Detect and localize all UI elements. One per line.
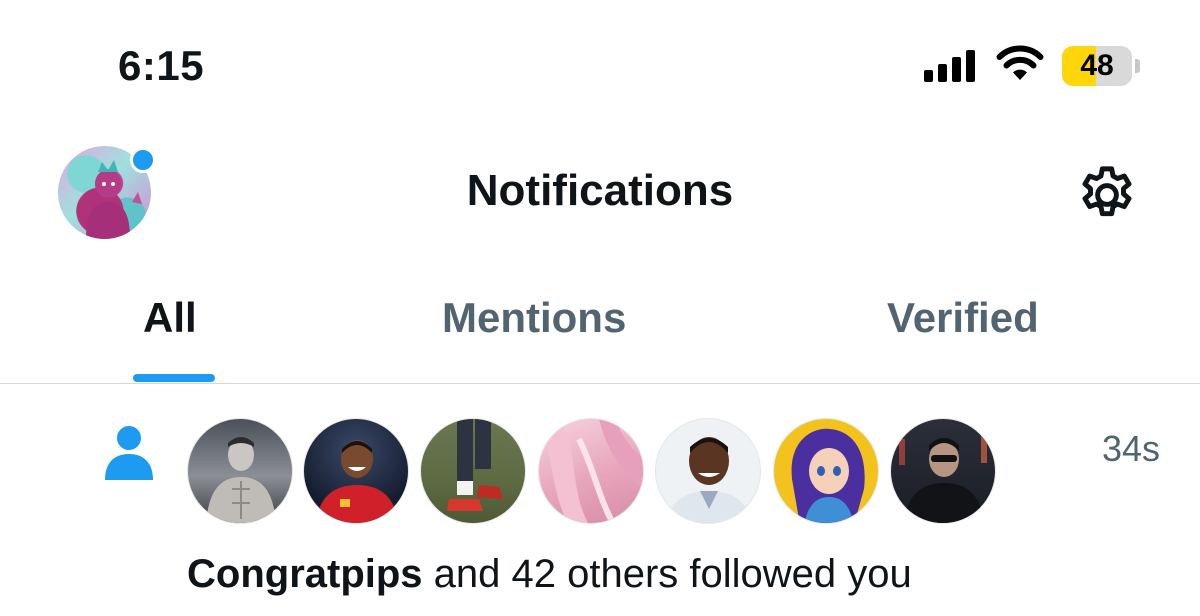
person-icon (103, 424, 155, 480)
tab-mentions[interactable]: Mentions (442, 294, 626, 342)
tab-bar: All Mentions Verified (0, 280, 1200, 384)
follower-avatar[interactable] (773, 418, 879, 524)
notification-item[interactable]: 34s Congratpips and 42 others followed y… (0, 384, 1200, 616)
wifi-icon (996, 44, 1044, 82)
status-bar: 6:15 48 (0, 0, 1200, 120)
status-time: 6:15 (118, 42, 205, 89)
page-title: Notifications (466, 166, 734, 215)
tab-all[interactable]: All (143, 294, 197, 342)
notification-message: and 42 others followed you (422, 552, 912, 596)
follower-avatar[interactable] (890, 418, 996, 524)
header: Notifications (0, 130, 1200, 250)
follower-name[interactable]: Congratpips (187, 552, 423, 596)
battery-icon: 48 (1062, 46, 1140, 86)
notification-text: Congratpips and 42 others followed you (187, 552, 912, 597)
follower-avatar[interactable] (187, 418, 293, 524)
gear-icon[interactable] (1074, 162, 1140, 228)
follower-avatar[interactable] (538, 418, 644, 524)
battery-level: 48 (1080, 49, 1114, 82)
follower-avatar[interactable] (655, 418, 761, 524)
cellular-signal-icon (924, 48, 980, 82)
follower-avatar[interactable] (420, 418, 526, 524)
active-tab-indicator (133, 374, 215, 382)
follower-avatar[interactable] (303, 418, 409, 524)
notification-timestamp: 34s (1102, 428, 1161, 469)
tab-verified[interactable]: Verified (887, 294, 1039, 342)
